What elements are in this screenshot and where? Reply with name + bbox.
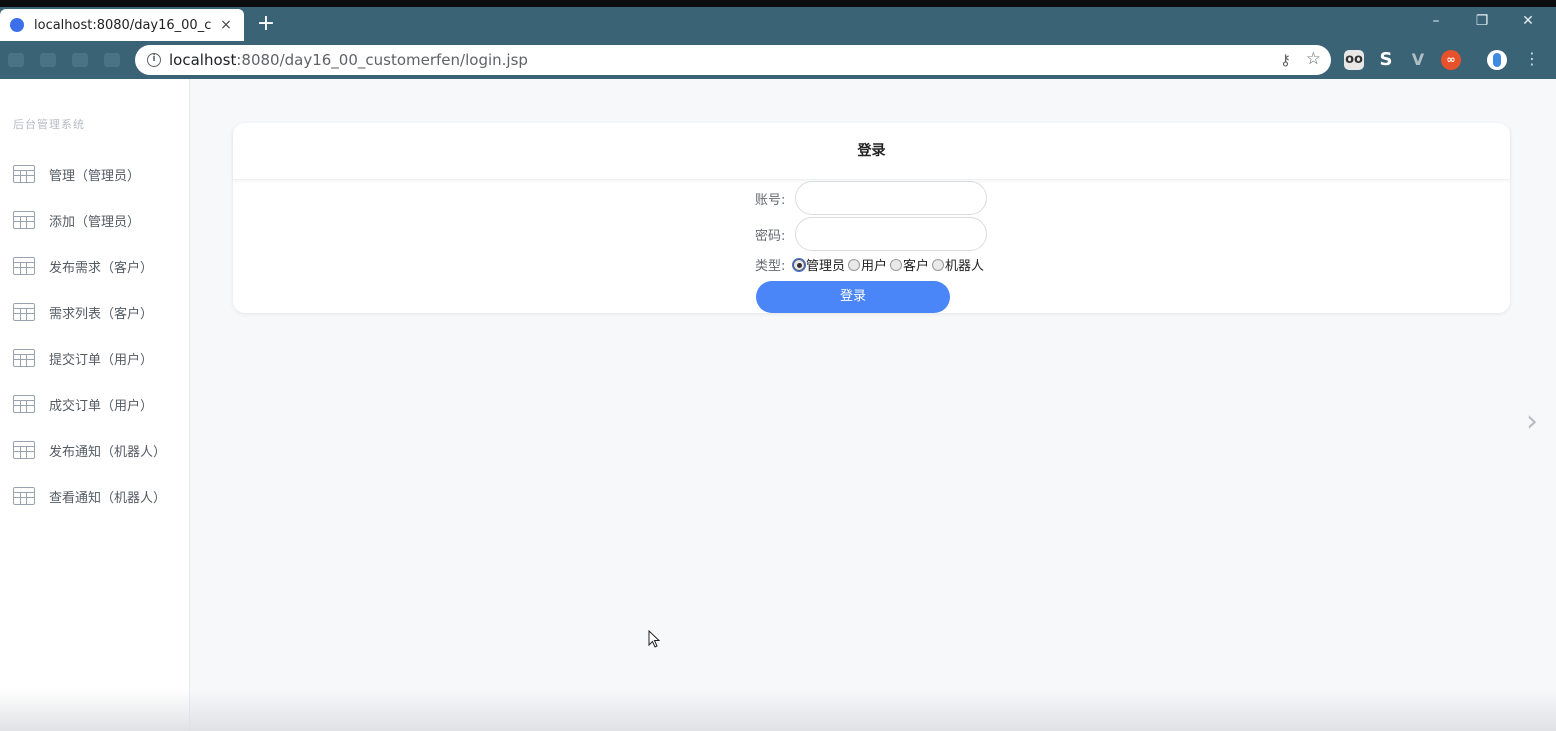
table-icon [13, 395, 35, 413]
account-row: 账号: [755, 181, 987, 215]
sidebar-menu: 管理（管理员） 添加（管理员） 发布需求（客户） 需求列表（客户） 提交订单（用… [0, 151, 190, 519]
table-icon [13, 257, 35, 275]
radio-label: 机器人 [945, 259, 985, 274]
main-content: 登录 账号: 密码: 类型: 管理员 用户 客户 机器人 登录 › [191, 79, 1556, 731]
profile-avatar[interactable] [1487, 50, 1507, 70]
sidebar-item-label: 发布通知（机器人） [49, 444, 167, 460]
tab-bar: localhost:8080/day16_00_customerfen/logi… [0, 7, 1556, 41]
tab-favicon-icon [10, 18, 24, 32]
sidebar-item-publish-notice[interactable]: 发布通知（机器人） [0, 427, 190, 473]
sidebar-item-label: 提交订单（用户） [49, 352, 154, 368]
sidebar: 后台管理系统 管理（管理员） 添加（管理员） 发布需求（客户） 需求列表（客户）… [0, 79, 190, 731]
url-path: :8080/day16_00_customerfen/login.jsp [236, 51, 528, 69]
radio-label: 管理员 [806, 259, 846, 274]
sidebar-item-demand-list[interactable]: 需求列表（客户） [0, 289, 190, 335]
browser-tab[interactable]: localhost:8080/day16_00_customerfen/logi… [0, 9, 244, 41]
page: 后台管理系统 管理（管理员） 添加（管理员） 发布需求（客户） 需求列表（客户）… [0, 79, 1556, 731]
reload-icon[interactable] [72, 53, 88, 67]
password-row: 密码: [755, 217, 987, 251]
table-icon [13, 165, 35, 183]
new-tab-button[interactable]: + [255, 13, 277, 35]
sidebar-item-label: 查看通知（机器人） [49, 490, 167, 506]
type-radio-customer[interactable]: 客户 [890, 255, 929, 274]
type-radio-group: 管理员 用户 客户 机器人 [792, 255, 987, 274]
extension-glasses-icon[interactable]: oo [1344, 50, 1364, 70]
info-icon[interactable]: i [147, 53, 161, 67]
forward-icon[interactable] [40, 53, 56, 67]
table-icon [13, 349, 35, 367]
tab-close-icon[interactable]: × [218, 17, 234, 33]
login-button[interactable]: 登录 [756, 281, 950, 313]
account-input[interactable] [795, 181, 987, 215]
login-title: 登录 [233, 123, 1510, 180]
maximize-button[interactable]: ❐ [1467, 13, 1497, 29]
mouse-cursor-icon [648, 630, 660, 648]
radio-label: 客户 [903, 259, 930, 274]
password-input[interactable] [795, 217, 987, 251]
account-label: 账号: [755, 192, 786, 208]
table-icon [13, 487, 35, 505]
close-window-button[interactable]: ✕ [1513, 13, 1543, 29]
chevron-right-icon[interactable]: › [1526, 404, 1538, 439]
extension-s-icon[interactable]: S [1376, 50, 1396, 70]
sidebar-item-label: 管理（管理员） [49, 168, 141, 184]
radio-unchecked-icon[interactable] [890, 258, 903, 271]
radio-label: 用户 [861, 259, 888, 274]
extension-infinity-icon[interactable]: ∞ [1441, 50, 1461, 70]
window-top-strip [0, 0, 1556, 7]
sidebar-item-label: 发布需求（客户） [49, 260, 154, 276]
extension-v-icon[interactable]: V [1408, 50, 1428, 70]
type-label: 类型: [755, 259, 786, 274]
sidebar-item-label: 添加（管理员） [49, 214, 141, 230]
sidebar-item-completed-order[interactable]: 成交订单（用户） [0, 381, 190, 427]
address-bar[interactable]: i localhost:8080/day16_00_customerfen/lo… [135, 45, 1331, 75]
sidebar-item-add-admin[interactable]: 添加（管理员） [0, 197, 190, 243]
url-host: localhost [169, 51, 237, 69]
type-radio-admin[interactable]: 管理员 [792, 255, 846, 274]
radio-unchecked-icon[interactable] [932, 258, 945, 271]
key-icon[interactable]: ⚷ [1280, 51, 1291, 69]
table-icon [13, 303, 35, 321]
sidebar-item-manage-admin[interactable]: 管理（管理员） [0, 151, 190, 197]
sidebar-item-view-notice[interactable]: 查看通知（机器人） [0, 473, 190, 519]
table-icon [13, 441, 35, 459]
type-radio-user[interactable]: 用户 [848, 255, 887, 274]
login-card: 登录 账号: 密码: 类型: 管理员 用户 客户 机器人 登录 [233, 123, 1510, 313]
sidebar-item-publish-demand[interactable]: 发布需求（客户） [0, 243, 190, 289]
sidebar-item-label: 成交订单（用户） [49, 398, 154, 414]
radio-checked-icon[interactable] [792, 257, 806, 272]
sidebar-brand: 后台管理系统 [13, 118, 85, 131]
url-text[interactable]: localhost:8080/day16_00_customerfen/logi… [169, 51, 528, 69]
tab-title: localhost:8080/day16_00_customerfen/logi… [34, 17, 212, 33]
minimize-button[interactable]: – [1421, 13, 1451, 29]
bottom-fade [0, 689, 1556, 731]
radio-unchecked-icon[interactable] [848, 258, 861, 271]
star-icon[interactable]: ☆ [1306, 49, 1321, 69]
menu-icon[interactable]: ⋮ [1522, 49, 1542, 68]
browser-toolbar: i localhost:8080/day16_00_customerfen/lo… [0, 41, 1556, 79]
type-radio-robot[interactable]: 机器人 [932, 255, 984, 274]
sidebar-item-submit-order[interactable]: 提交订单（用户） [0, 335, 190, 381]
table-icon [13, 211, 35, 229]
home-icon[interactable] [104, 53, 120, 67]
sidebar-item-label: 需求列表（客户） [49, 306, 154, 322]
password-label: 密码: [755, 228, 786, 244]
back-icon[interactable] [8, 53, 24, 67]
type-row: 类型: 管理员 用户 客户 机器人 [755, 255, 987, 274]
